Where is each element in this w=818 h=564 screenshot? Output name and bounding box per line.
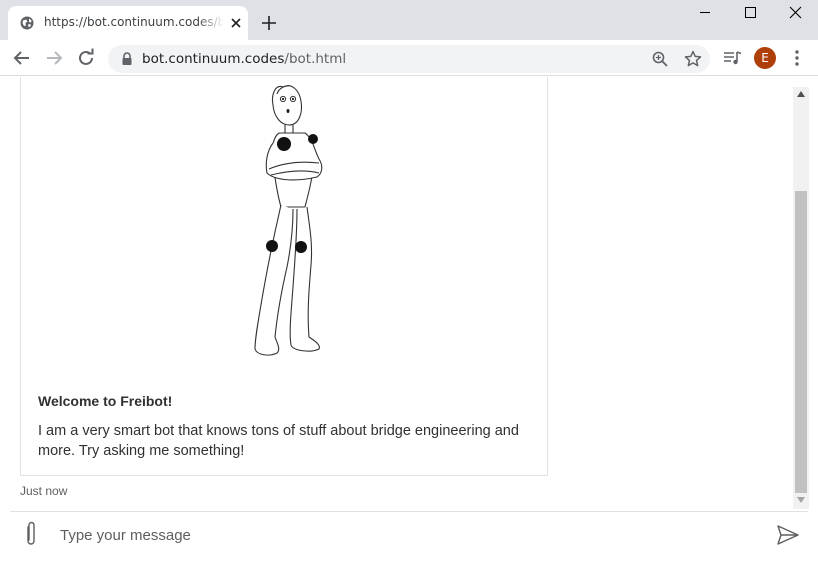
media-control-icon[interactable] — [723, 50, 743, 66]
new-tab-plus-icon[interactable] — [259, 13, 279, 33]
chat-pane: Welcome to Freibot! I am a very smart bo… — [0, 77, 818, 564]
tab-title: https://bot.continuum.codes/bot.html — [44, 15, 224, 29]
scroll-up-icon[interactable] — [797, 91, 805, 97]
kebab-menu-icon[interactable] — [789, 49, 805, 67]
welcome-card: Welcome to Freibot! I am a very smart bo… — [20, 77, 548, 476]
card-title: Welcome to Freibot! — [38, 393, 173, 409]
forward-arrow-icon[interactable] — [42, 46, 66, 70]
reload-icon[interactable] — [74, 46, 98, 70]
url-path: /bot.html — [284, 51, 347, 67]
browser-tab[interactable]: https://bot.continuum.codes/bot.html — [8, 6, 248, 40]
profile-avatar[interactable]: E — [754, 47, 776, 69]
bookmark-star-icon[interactable] — [683, 49, 703, 69]
scrollbar[interactable] — [793, 87, 809, 509]
paperclip-icon[interactable] — [22, 521, 40, 547]
scrollbar-thumb[interactable] — [795, 191, 807, 493]
card-text: I am a very smart bot that knows tons of… — [38, 423, 519, 459]
message-timestamp: Just now — [20, 484, 68, 498]
maximize-icon[interactable] — [727, 0, 773, 26]
message-input[interactable] — [60, 521, 740, 549]
url-domain: bot.continuum.codes — [142, 51, 285, 67]
browser-toolbar: bot.continuum.codes/bot.html E — [0, 40, 818, 76]
title-bar: https://bot.continuum.codes/bot.html — [0, 0, 818, 40]
close-tab-icon[interactable] — [228, 15, 244, 31]
scroll-down-icon[interactable] — [797, 497, 805, 503]
zoom-icon[interactable] — [651, 50, 669, 68]
bot-hero-image — [254, 85, 323, 356]
lock-icon[interactable] — [120, 51, 134, 67]
close-window-icon[interactable] — [772, 0, 818, 26]
address-bar[interactable]: bot.continuum.codes/bot.html — [108, 45, 710, 73]
minimize-icon[interactable] — [682, 0, 728, 26]
send-icon[interactable] — [776, 524, 800, 546]
message-composer — [10, 511, 808, 564]
url-text[interactable]: bot.continuum.codes/bot.html — [142, 51, 346, 67]
back-arrow-icon[interactable] — [10, 46, 34, 70]
globe-icon — [20, 16, 34, 30]
